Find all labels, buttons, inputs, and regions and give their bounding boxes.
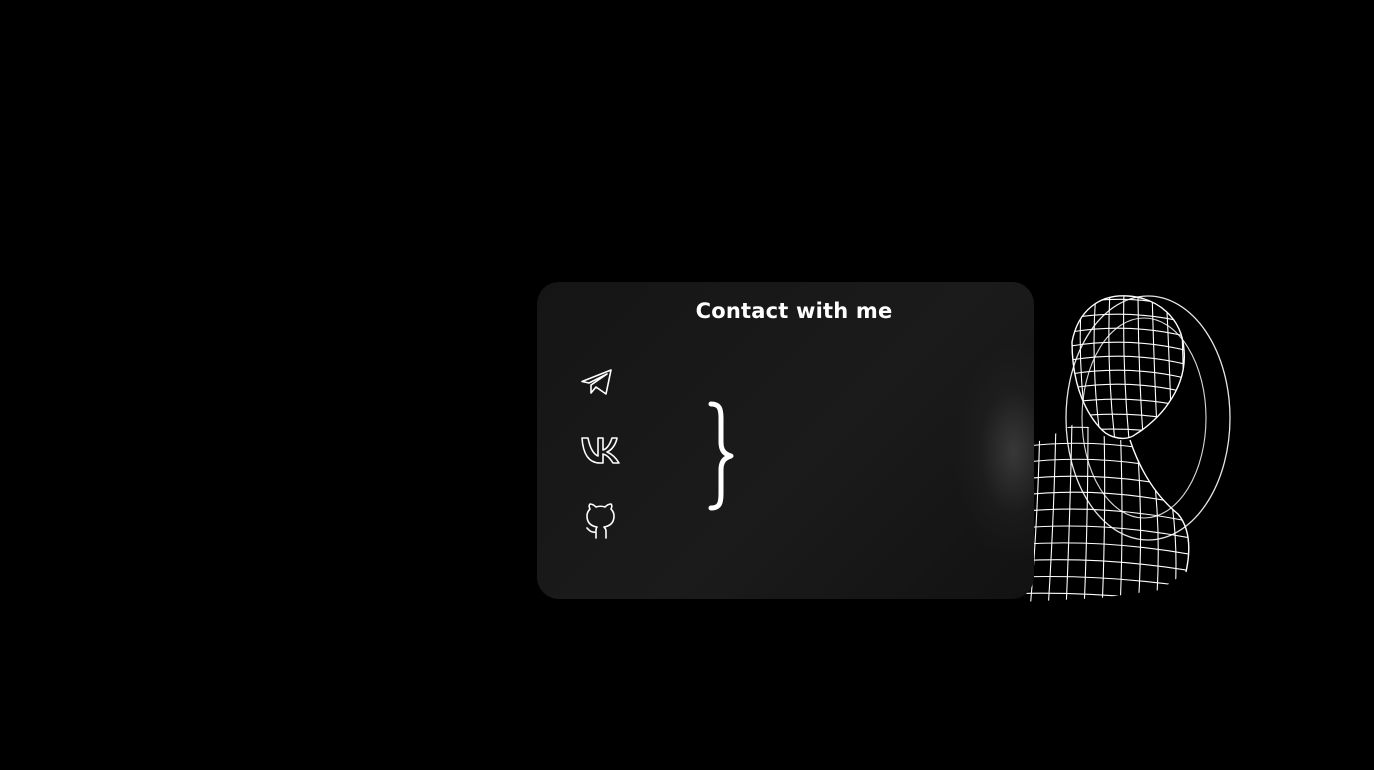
contact-card-title: Contact with me bbox=[695, 299, 893, 323]
github-link[interactable] bbox=[582, 503, 620, 541]
github-icon bbox=[586, 503, 615, 539]
telegram-link[interactable] bbox=[579, 366, 615, 398]
vk-link[interactable] bbox=[579, 434, 623, 466]
vk-icon bbox=[581, 437, 620, 464]
card-shadow bbox=[954, 342, 1034, 562]
curly-brace-icon bbox=[708, 401, 734, 511]
telegram-icon bbox=[581, 369, 612, 395]
